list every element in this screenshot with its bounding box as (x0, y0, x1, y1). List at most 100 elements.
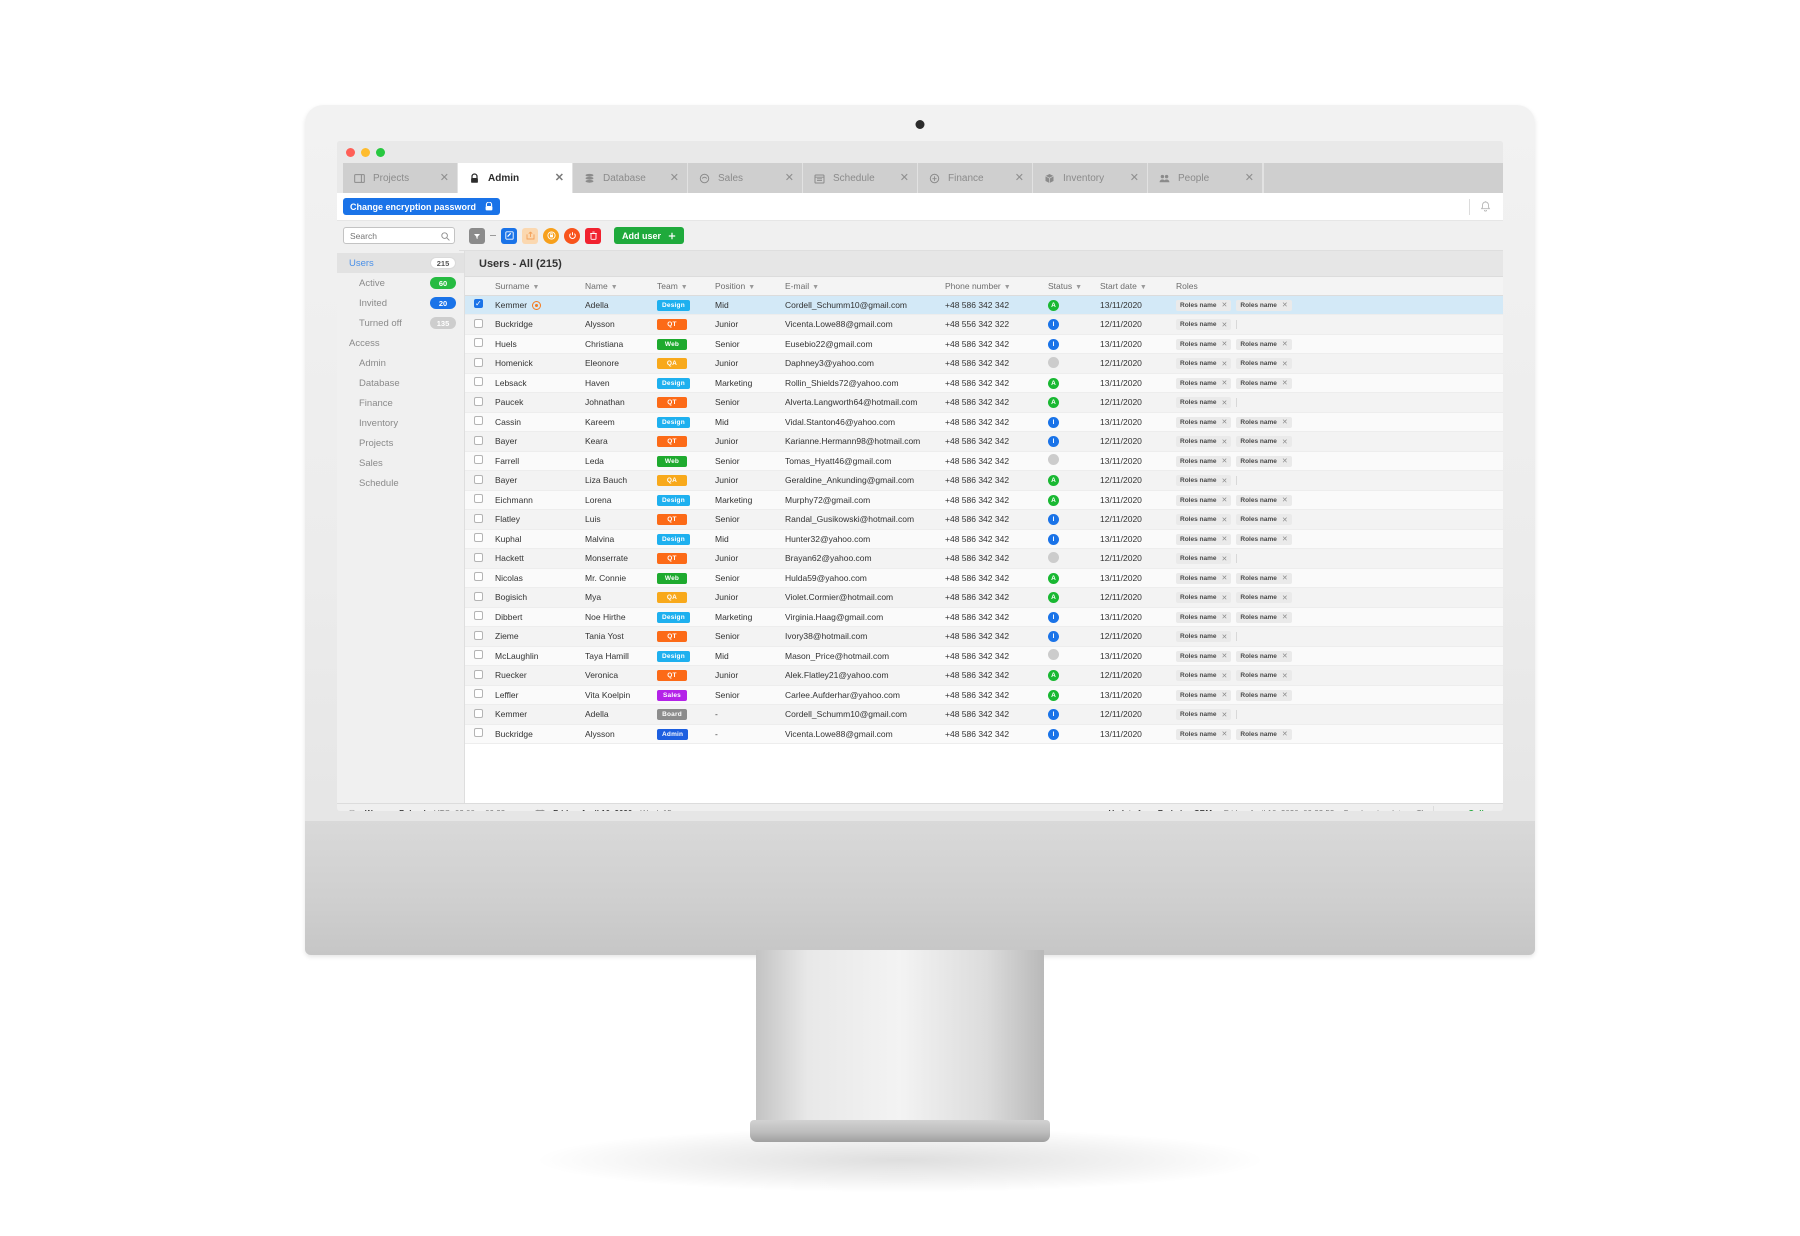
tab-inventory[interactable]: Inventory ✕ (1033, 163, 1148, 193)
table-row[interactable]: Bayer Keara QT Junior Karianne.Hermann98@hot… (465, 431, 1503, 452)
sidebar-item-sales[interactable]: Sales (337, 453, 464, 473)
remove-role-icon[interactable]: ✕ (1222, 496, 1228, 504)
role-tag[interactable]: Roles name ✕ (1236, 299, 1292, 311)
row-checkbox[interactable] (473, 708, 483, 718)
column-header-team[interactable]: Team ▼ (653, 277, 711, 296)
table-row[interactable]: Bayer Liza Bauch QA Junior Geraldine_Ankundi… (465, 470, 1503, 491)
table-row[interactable]: Leffler Vita Koelpin Sales Senior Carlee.Auf… (465, 685, 1503, 705)
remove-role-icon[interactable]: ✕ (1222, 594, 1228, 602)
role-tag[interactable]: Roles name ✕ (1176, 631, 1232, 643)
row-select-cell[interactable] (465, 353, 491, 374)
remove-role-icon[interactable]: ✕ (1222, 672, 1228, 680)
role-tag[interactable]: Roles name ✕ (1236, 611, 1292, 623)
role-tag[interactable]: Roles name ✕ (1176, 592, 1232, 604)
sidebar-item-admin[interactable]: Admin (337, 353, 464, 373)
tab-sales[interactable]: Sales ✕ (688, 163, 803, 193)
role-tag[interactable]: Roles name ✕ (1236, 338, 1292, 350)
row-checkbox[interactable] (473, 611, 483, 621)
row-checkbox[interactable] (473, 416, 483, 426)
row-select-cell[interactable] (465, 490, 491, 510)
bell-icon[interactable] (1480, 200, 1491, 213)
row-checkbox[interactable] (473, 533, 483, 543)
remove-role-icon[interactable]: ✕ (1282, 594, 1288, 602)
remove-role-icon[interactable]: ✕ (1222, 691, 1228, 699)
remove-role-icon[interactable]: ✕ (1222, 301, 1228, 309)
row-select-cell[interactable] (465, 665, 491, 686)
role-tag[interactable]: Roles name ✕ (1176, 689, 1232, 701)
sidebar-item-users[interactable]: Users 215 (337, 253, 464, 273)
remove-role-icon[interactable]: ✕ (1222, 652, 1228, 660)
add-user-button[interactable]: Add user (614, 227, 685, 244)
sidebar-item-finance[interactable]: Finance (337, 393, 464, 413)
row-select-cell[interactable] (465, 412, 491, 432)
role-tag[interactable]: Roles name ✕ (1176, 377, 1232, 389)
role-tag[interactable]: Roles name ✕ (1176, 494, 1232, 506)
table-row[interactable]: Hackett Monserrate QT Junior Brayan62@yahoo.… (465, 548, 1503, 569)
row-select-cell[interactable] (465, 334, 491, 354)
minimize-window-button[interactable] (361, 147, 370, 157)
table-row[interactable]: Dibbert Noe Hirthe Design Marketing Virginia… (465, 607, 1503, 627)
role-tag[interactable]: Roles name ✕ (1236, 572, 1292, 584)
row-checkbox[interactable] (473, 689, 483, 699)
remove-role-icon[interactable]: ✕ (1282, 535, 1288, 543)
role-tag[interactable]: Roles name ✕ (1176, 397, 1232, 409)
tab-close-icon[interactable]: ✕ (1245, 172, 1254, 184)
table-row[interactable]: Flatley Luis QT Senior Randal_Gusikowski@hot… (465, 509, 1503, 530)
row-select-cell[interactable] (465, 470, 491, 491)
sidebar-item-active[interactable]: Active 60 (337, 273, 464, 293)
role-tag[interactable]: Roles name ✕ (1176, 611, 1232, 623)
search-input[interactable] (344, 230, 432, 241)
role-tag[interactable]: Roles name ✕ (1236, 436, 1292, 448)
remove-role-icon[interactable]: ✕ (1282, 574, 1288, 582)
row-checkbox[interactable] (473, 338, 483, 348)
tab-projects[interactable]: Projects ✕ (343, 163, 458, 193)
remove-role-icon[interactable]: ✕ (1282, 652, 1288, 660)
remove-role-icon[interactable]: ✕ (1222, 516, 1228, 524)
remove-role-icon[interactable]: ✕ (1222, 730, 1228, 738)
tab-close-icon[interactable]: ✕ (785, 172, 794, 184)
synchronize-data-button[interactable]: Synchronize data (1343, 809, 1405, 811)
column-header-status[interactable]: Status ▼ (1044, 277, 1096, 296)
row-checkbox[interactable] (473, 669, 483, 679)
remove-role-icon[interactable]: ✕ (1222, 477, 1228, 485)
row-select-cell[interactable] (465, 373, 491, 393)
table-row[interactable]: Paucek Johnathan QT Senior Alverta.Langworth… (465, 392, 1503, 413)
row-select-cell[interactable] (465, 685, 491, 705)
remove-role-icon[interactable]: ✕ (1222, 438, 1228, 446)
role-tag[interactable]: Roles name ✕ (1176, 475, 1232, 487)
row-select-cell[interactable] (465, 724, 491, 744)
table-row[interactable]: Lebsack Haven Design Marketing Rollin_Shield… (465, 373, 1503, 393)
remove-role-icon[interactable]: ✕ (1282, 613, 1288, 621)
remove-role-icon[interactable]: ✕ (1222, 321, 1228, 329)
remove-role-icon[interactable]: ✕ (1282, 301, 1288, 309)
table-row[interactable]: Ruecker Veronica QT Junior Alek.Flatley21@ya… (465, 665, 1503, 686)
row-select-cell[interactable] (465, 529, 491, 549)
row-select-cell[interactable] (465, 568, 491, 588)
role-tag[interactable]: Roles name ✕ (1176, 514, 1232, 526)
tab-close-icon[interactable]: ✕ (670, 172, 679, 184)
remove-role-icon[interactable]: ✕ (1222, 711, 1228, 719)
row-checkbox[interactable] (473, 435, 483, 445)
search-box[interactable] (343, 227, 455, 244)
remove-role-icon[interactable]: ✕ (1222, 360, 1228, 368)
tab-close-icon[interactable]: ✕ (555, 172, 564, 184)
sidebar-item-projects[interactable]: Projects (337, 433, 464, 453)
tab-schedule[interactable]: Schedule ✕ (803, 163, 918, 193)
edit-icon[interactable] (501, 227, 517, 244)
row-checkbox[interactable] (473, 474, 483, 484)
column-header-surname[interactable]: Surname ▼ (491, 277, 581, 296)
power-icon[interactable] (564, 227, 580, 244)
tab-database[interactable]: Database ✕ (573, 163, 688, 193)
sidebar-item-schedule[interactable]: Schedule (337, 473, 464, 493)
sidebar-item-inventory[interactable]: Inventory (337, 413, 464, 433)
row-select-cell[interactable] (465, 431, 491, 452)
role-tag[interactable]: Roles name ✕ (1236, 592, 1292, 604)
table-row[interactable]: Buckridge Alysson QT Junior Vicenta.Lowe88@g… (465, 314, 1503, 335)
zoom-window-button[interactable] (376, 147, 385, 157)
row-checkbox[interactable] (473, 728, 483, 738)
row-select-cell[interactable] (465, 548, 491, 569)
row-checkbox[interactable] (473, 630, 483, 640)
role-tag[interactable]: Roles name ✕ (1236, 455, 1292, 467)
row-select-cell[interactable] (465, 607, 491, 627)
table-row[interactable]: Nicolas Mr. Connie Web Senior Hulda59@yahoo.… (465, 568, 1503, 588)
